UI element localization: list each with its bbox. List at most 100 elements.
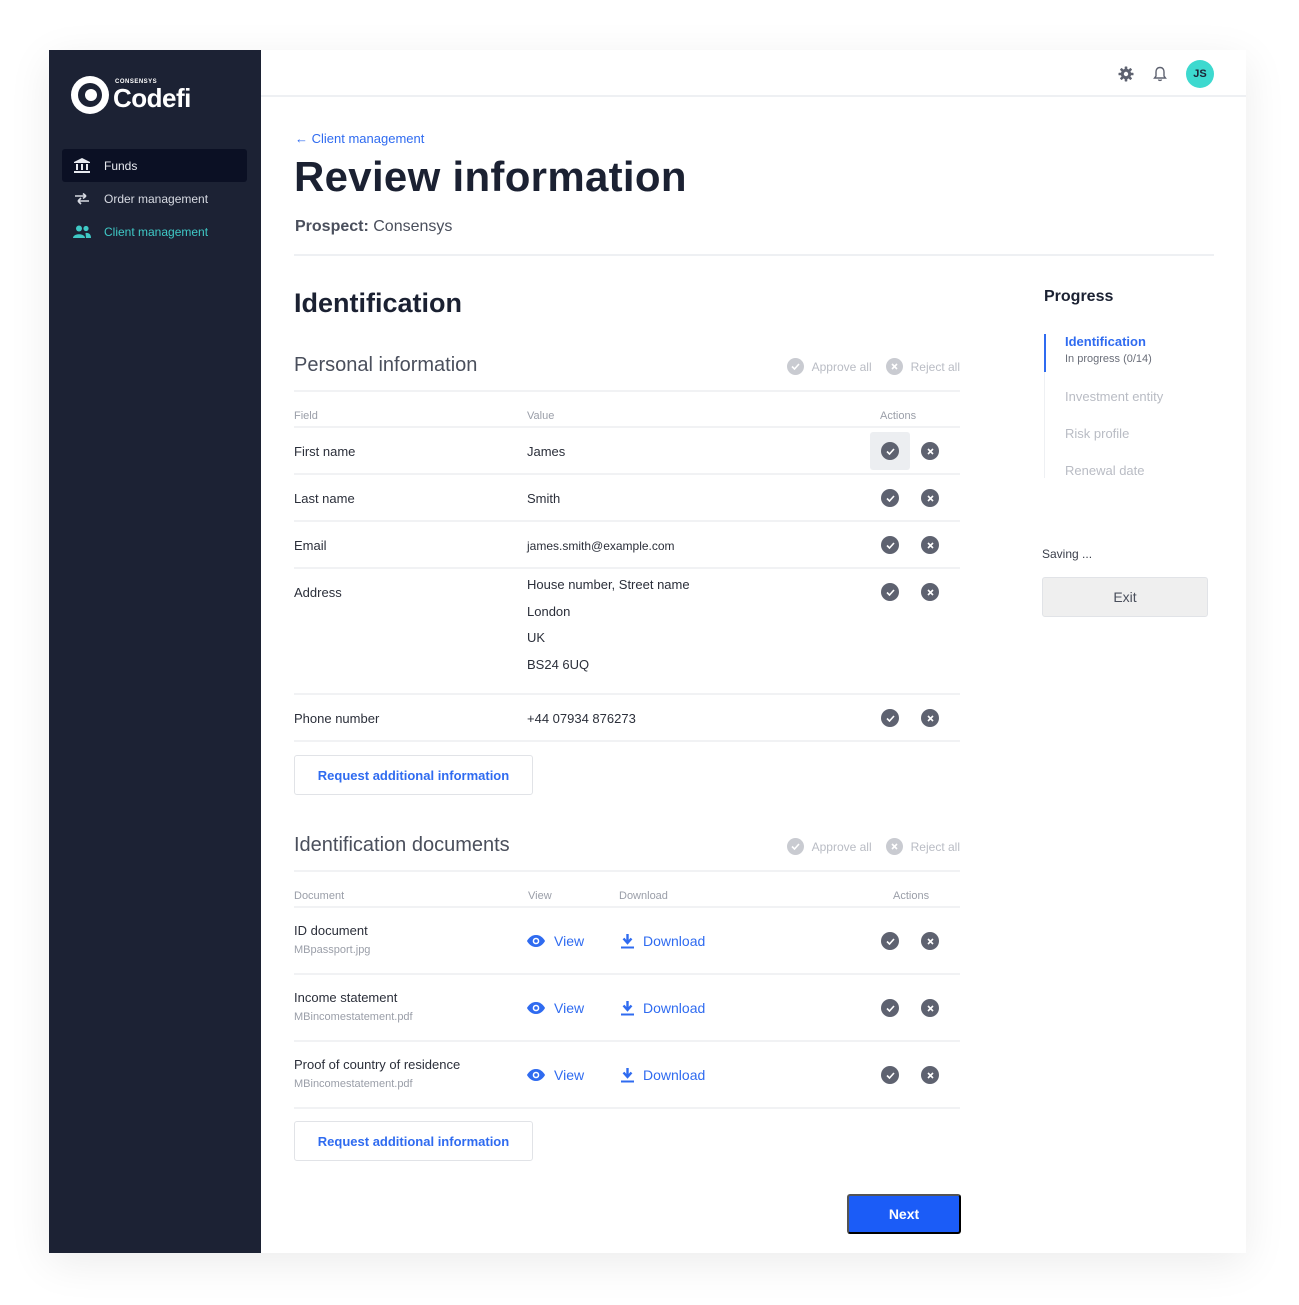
approve-all-label: Approve all xyxy=(811,359,872,374)
download-link[interactable]: Download xyxy=(621,1067,705,1083)
column-header-actions: Actions xyxy=(893,890,930,902)
approve-button[interactable] xyxy=(870,479,910,517)
table-header: Document View Download Actions xyxy=(294,870,960,908)
approve-button[interactable] xyxy=(870,573,910,611)
bell-icon[interactable] xyxy=(1150,64,1170,84)
check-circle-icon xyxy=(881,1066,899,1084)
sidebar: CONSENSYS Codefi Funds Order management xyxy=(49,50,261,1253)
progress-step-investment-entity[interactable]: Investment entity xyxy=(1065,389,1244,404)
address-value: House number, Street name London UK BS24… xyxy=(527,572,690,678)
back-link-client-management[interactable]: ← Client management xyxy=(295,131,424,146)
codefi-logo[interactable]: CONSENSYS Codefi xyxy=(71,76,191,114)
reject-all-button[interactable]: Reject all xyxy=(885,838,960,855)
personal-info-header: Personal information Approve all Reject … xyxy=(294,352,960,392)
progress-title: Progress xyxy=(1044,288,1114,305)
prospect-value: Consensys xyxy=(373,218,453,235)
eye-icon xyxy=(527,935,545,947)
table-row: Proof of country of residence MBincomest… xyxy=(294,1042,960,1109)
progress-panel: Progress Identification In progress (0/1… xyxy=(1044,288,1244,478)
table-row: First name James xyxy=(294,428,960,475)
reject-button[interactable] xyxy=(910,573,950,611)
request-additional-info-button[interactable]: Request additional information xyxy=(294,755,533,795)
eye-icon xyxy=(527,1069,545,1081)
approve-button[interactable] xyxy=(870,989,910,1027)
users-icon xyxy=(73,224,91,240)
x-circle-icon xyxy=(885,358,903,375)
approve-all-button[interactable]: Approve all xyxy=(786,358,872,375)
progress-step-renewal-date[interactable]: Renewal date xyxy=(1065,463,1244,478)
reject-all-button[interactable]: Reject all xyxy=(885,358,960,375)
table-row: Income statement MBincomestatement.pdf V… xyxy=(294,975,960,1042)
download-link[interactable]: Download xyxy=(621,933,705,949)
reject-button[interactable] xyxy=(910,989,950,1027)
personal-info-title: Personal information xyxy=(294,354,478,376)
x-circle-icon xyxy=(921,489,939,507)
approve-button[interactable] xyxy=(870,699,910,737)
bank-icon xyxy=(73,158,91,174)
document-filename: MBpassport.jpg xyxy=(294,944,371,956)
field-label: Last name xyxy=(294,491,355,506)
download-label: Download xyxy=(643,1067,706,1083)
download-icon xyxy=(621,1000,634,1015)
document-filename: MBincomestatement.pdf xyxy=(294,1078,413,1090)
eye-icon xyxy=(527,1002,545,1014)
approve-button[interactable] xyxy=(870,526,910,564)
approve-button[interactable] xyxy=(870,1056,910,1094)
logo-mark-icon xyxy=(71,76,109,114)
table-row: ID document MBpassport.jpg View Download xyxy=(294,908,960,975)
swap-arrows-icon xyxy=(73,191,91,207)
reject-button[interactable] xyxy=(910,432,950,470)
address-line: UK xyxy=(527,630,546,645)
approve-all-button[interactable]: Approve all xyxy=(786,838,872,855)
approve-button[interactable] xyxy=(870,432,910,470)
next-button[interactable]: Next xyxy=(847,1194,961,1234)
sidebar-item-client-management[interactable]: Client management xyxy=(62,215,247,248)
saving-status: Saving ... xyxy=(1042,547,1093,561)
field-label: Address xyxy=(294,585,342,600)
gear-icon[interactable] xyxy=(1116,64,1136,84)
sidebar-item-order-management[interactable]: Order management xyxy=(62,182,247,215)
request-additional-info-button[interactable]: Request additional information xyxy=(294,1121,533,1161)
reject-button[interactable] xyxy=(910,922,950,960)
download-link[interactable]: Download xyxy=(621,1000,705,1016)
column-header-download: Download xyxy=(619,890,668,902)
reject-button[interactable] xyxy=(910,1056,950,1094)
address-line: BS24 6UQ xyxy=(527,656,590,672)
progress-steps: Identification In progress (0/14) Invest… xyxy=(1044,334,1244,478)
prospect-line: Prospect: Consensys xyxy=(295,218,452,236)
reject-button[interactable] xyxy=(910,699,950,737)
app-window: CONSENSYS Codefi Funds Order management xyxy=(49,50,1246,1253)
field-value: james.smith@example.com xyxy=(527,539,675,553)
header-divider xyxy=(294,254,1214,256)
reject-button[interactable] xyxy=(910,526,950,564)
reject-all-label: Reject all xyxy=(910,359,960,374)
sidebar-nav: Funds Order management Client management xyxy=(62,149,247,248)
view-link[interactable]: View xyxy=(527,933,584,949)
download-icon xyxy=(621,933,634,948)
x-circle-icon xyxy=(921,709,939,727)
reject-button[interactable] xyxy=(910,479,950,517)
sidebar-item-label: Order management xyxy=(104,191,209,206)
field-label: First name xyxy=(294,444,356,459)
table-row: Last name Smith xyxy=(294,475,960,522)
sidebar-item-label: Client management xyxy=(104,224,209,239)
active-step-indicator xyxy=(1044,334,1046,372)
user-avatar[interactable]: JS xyxy=(1186,60,1214,88)
exit-button[interactable]: Exit xyxy=(1042,577,1208,617)
progress-step-identification[interactable]: Identification xyxy=(1065,334,1244,349)
view-link[interactable]: View xyxy=(527,1067,584,1083)
progress-step-risk-profile[interactable]: Risk profile xyxy=(1065,426,1244,441)
table-row: Phone number +44 07934 876273 xyxy=(294,695,960,742)
download-icon xyxy=(621,1067,634,1082)
x-circle-icon xyxy=(921,536,939,554)
document-filename: MBincomestatement.pdf xyxy=(294,1011,413,1023)
view-label: View xyxy=(554,933,585,949)
view-link[interactable]: View xyxy=(527,1000,584,1016)
approve-button[interactable] xyxy=(870,922,910,960)
sidebar-item-funds[interactable]: Funds xyxy=(62,149,247,182)
download-label: Download xyxy=(643,933,706,949)
section-title: Identification xyxy=(294,288,462,318)
field-value: James xyxy=(527,444,566,459)
download-label: Download xyxy=(643,1000,706,1016)
page-title: Review information xyxy=(294,153,687,200)
